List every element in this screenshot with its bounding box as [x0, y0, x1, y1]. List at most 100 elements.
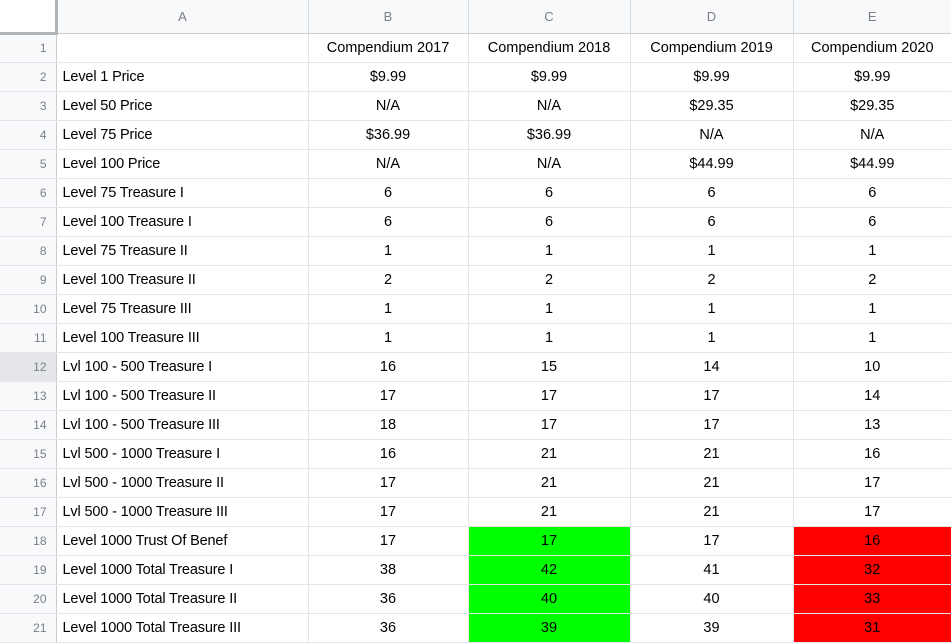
- cell-D13[interactable]: 17: [630, 381, 794, 411]
- cell-C19[interactable]: 42: [468, 555, 631, 585]
- cell-D1[interactable]: Compendium 2019: [630, 33, 794, 63]
- cell-D20[interactable]: 40: [630, 584, 794, 614]
- cell-A18[interactable]: Level 1000 Trust Of Benef: [56, 526, 309, 556]
- row-header-11[interactable]: 11: [0, 323, 57, 353]
- cell-B6[interactable]: 6: [308, 178, 469, 208]
- row-header-3[interactable]: 3: [0, 91, 57, 121]
- row-header-2[interactable]: 2: [0, 62, 57, 92]
- cell-D16[interactable]: 21: [630, 468, 794, 498]
- cell-B11[interactable]: 1: [308, 323, 469, 353]
- cell-A14[interactable]: Lvl 100 - 500 Treasure III: [56, 410, 309, 440]
- cell-C1[interactable]: Compendium 2018: [468, 33, 631, 63]
- cell-C21[interactable]: 39: [468, 613, 631, 643]
- cell-C2[interactable]: $9.99: [468, 62, 631, 92]
- row-header-13[interactable]: 13: [0, 381, 57, 411]
- row-header-8[interactable]: 8: [0, 236, 57, 266]
- column-header-c[interactable]: C: [468, 0, 631, 34]
- cell-D2[interactable]: $9.99: [630, 62, 794, 92]
- cell-C8[interactable]: 1: [468, 236, 631, 266]
- cell-A10[interactable]: Level 75 Treasure III: [56, 294, 309, 324]
- cell-C7[interactable]: 6: [468, 207, 631, 237]
- cell-D6[interactable]: 6: [630, 178, 794, 208]
- cell-A6[interactable]: Level 75 Treasure I: [56, 178, 309, 208]
- cell-A21[interactable]: Level 1000 Total Treasure III: [56, 613, 309, 643]
- cell-A4[interactable]: Level 75 Price: [56, 120, 309, 150]
- cell-C6[interactable]: 6: [468, 178, 631, 208]
- cell-E2[interactable]: $9.99: [793, 62, 951, 92]
- cell-C11[interactable]: 1: [468, 323, 631, 353]
- cell-E19[interactable]: 32: [793, 555, 951, 585]
- cell-D10[interactable]: 1: [630, 294, 794, 324]
- cell-B10[interactable]: 1: [308, 294, 469, 324]
- column-header-a[interactable]: A: [56, 0, 309, 34]
- cell-E10[interactable]: 1: [793, 294, 951, 324]
- cell-D17[interactable]: 21: [630, 497, 794, 527]
- cell-B15[interactable]: 16: [308, 439, 469, 469]
- cell-C5[interactable]: N/A: [468, 149, 631, 179]
- cell-E21[interactable]: 31: [793, 613, 951, 643]
- cell-E14[interactable]: 13: [793, 410, 951, 440]
- cell-D12[interactable]: 14: [630, 352, 794, 382]
- row-header-10[interactable]: 10: [0, 294, 57, 324]
- cell-A11[interactable]: Level 100 Treasure III: [56, 323, 309, 353]
- cell-E1[interactable]: Compendium 2020: [793, 33, 951, 63]
- row-header-19[interactable]: 19: [0, 555, 57, 585]
- cell-D8[interactable]: 1: [630, 236, 794, 266]
- cell-C9[interactable]: 2: [468, 265, 631, 295]
- cell-A13[interactable]: Lvl 100 - 500 Treasure II: [56, 381, 309, 411]
- cell-E6[interactable]: 6: [793, 178, 951, 208]
- cell-D18[interactable]: 17: [630, 526, 794, 556]
- row-header-4[interactable]: 4: [0, 120, 57, 150]
- cell-C20[interactable]: 40: [468, 584, 631, 614]
- cell-B20[interactable]: 36: [308, 584, 469, 614]
- cell-E3[interactable]: $29.35: [793, 91, 951, 121]
- cell-C14[interactable]: 17: [468, 410, 631, 440]
- cell-D3[interactable]: $29.35: [630, 91, 794, 121]
- cell-D14[interactable]: 17: [630, 410, 794, 440]
- cell-B8[interactable]: 1: [308, 236, 469, 266]
- cell-A15[interactable]: Lvl 500 - 1000 Treasure I: [56, 439, 309, 469]
- cell-B19[interactable]: 38: [308, 555, 469, 585]
- cell-C18[interactable]: 17: [468, 526, 631, 556]
- cell-A3[interactable]: Level 50 Price: [56, 91, 309, 121]
- column-header-e[interactable]: E: [793, 0, 951, 34]
- cell-B3[interactable]: N/A: [308, 91, 469, 121]
- cell-B13[interactable]: 17: [308, 381, 469, 411]
- cell-E8[interactable]: 1: [793, 236, 951, 266]
- cell-A16[interactable]: Lvl 500 - 1000 Treasure II: [56, 468, 309, 498]
- cell-D19[interactable]: 41: [630, 555, 794, 585]
- cell-E15[interactable]: 16: [793, 439, 951, 469]
- cell-C4[interactable]: $36.99: [468, 120, 631, 150]
- cell-A17[interactable]: Lvl 500 - 1000 Treasure III: [56, 497, 309, 527]
- cell-E18[interactable]: 16: [793, 526, 951, 556]
- row-header-17[interactable]: 17: [0, 497, 57, 527]
- cell-B21[interactable]: 36: [308, 613, 469, 643]
- cell-B14[interactable]: 18: [308, 410, 469, 440]
- cell-C12[interactable]: 15: [468, 352, 631, 382]
- cell-A7[interactable]: Level 100 Treasure I: [56, 207, 309, 237]
- row-header-1[interactable]: 1: [0, 33, 57, 63]
- cell-E17[interactable]: 17: [793, 497, 951, 527]
- column-header-b[interactable]: B: [308, 0, 469, 34]
- cell-B17[interactable]: 17: [308, 497, 469, 527]
- cell-B7[interactable]: 6: [308, 207, 469, 237]
- cell-D15[interactable]: 21: [630, 439, 794, 469]
- cell-B1[interactable]: Compendium 2017: [308, 33, 469, 63]
- cell-E9[interactable]: 2: [793, 265, 951, 295]
- select-all-corner[interactable]: [0, 0, 58, 35]
- row-header-18[interactable]: 18: [0, 526, 57, 556]
- cell-D4[interactable]: N/A: [630, 120, 794, 150]
- cell-E13[interactable]: 14: [793, 381, 951, 411]
- cell-B4[interactable]: $36.99: [308, 120, 469, 150]
- row-header-15[interactable]: 15: [0, 439, 57, 469]
- cell-C17[interactable]: 21: [468, 497, 631, 527]
- cell-E7[interactable]: 6: [793, 207, 951, 237]
- cell-E11[interactable]: 1: [793, 323, 951, 353]
- cell-B2[interactable]: $9.99: [308, 62, 469, 92]
- row-header-21[interactable]: 21: [0, 613, 57, 643]
- cell-E5[interactable]: $44.99: [793, 149, 951, 179]
- cell-D21[interactable]: 39: [630, 613, 794, 643]
- row-header-12[interactable]: 12: [0, 352, 57, 382]
- cell-E4[interactable]: N/A: [793, 120, 951, 150]
- cell-A5[interactable]: Level 100 Price: [56, 149, 309, 179]
